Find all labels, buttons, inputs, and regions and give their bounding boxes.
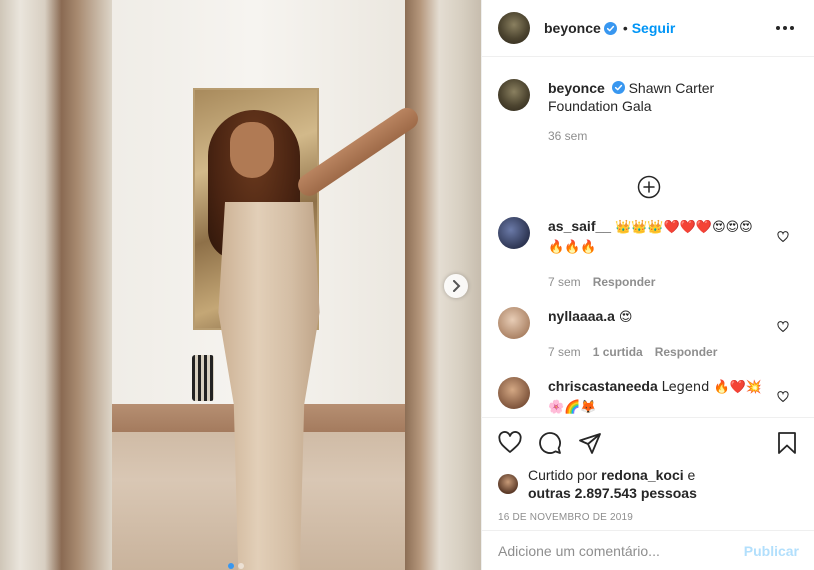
comment-avatar[interactable] — [498, 307, 530, 339]
photo-subject-dress — [218, 202, 320, 570]
post-header: beyonce • Seguir — [482, 0, 814, 57]
carousel-indicator — [228, 563, 244, 569]
next-arrow-icon — [453, 280, 461, 292]
more-options-button[interactable] — [772, 22, 798, 34]
save-icon[interactable] — [775, 431, 799, 455]
more-dot — [790, 26, 794, 30]
author-avatar[interactable] — [498, 12, 530, 44]
comment-item: chriscastaneeda Legend 🔥❤️💥🌸🌈🦊 — [498, 377, 799, 417]
caption-username[interactable]: beyonce — [548, 80, 605, 96]
verified-badge-icon — [603, 21, 617, 35]
comment-avatar[interactable] — [498, 377, 530, 409]
comment-item: as_saif__ 👑👑👑❤️❤️❤️😍😍😍🔥🔥🔥 7 sem Responde… — [498, 217, 799, 291]
author-username[interactable]: beyonce — [544, 20, 601, 36]
comment-time[interactable]: 7 sem — [548, 273, 581, 291]
reply-button[interactable]: Responder — [655, 343, 718, 361]
share-icon[interactable] — [578, 431, 602, 455]
post-sidebar: beyonce • Seguir beyonce Shawn Carter Fo… — [481, 0, 814, 570]
photo-pillar-left — [0, 0, 112, 570]
likes-prefix: Curtido por — [528, 467, 598, 483]
comment-item: nyllaaaa.a 😍 7 sem 1 curtida Responder — [498, 307, 799, 361]
publish-button[interactable]: Publicar — [744, 543, 799, 559]
carousel-dot-1 — [228, 563, 234, 569]
comment-icon[interactable] — [538, 431, 562, 455]
more-options-icon — [776, 26, 780, 30]
comment-like-icon[interactable] — [777, 231, 789, 243]
caption-avatar[interactable] — [498, 79, 530, 111]
comments-list[interactable]: beyonce Shawn Carter Foundation Gala 36 … — [482, 57, 814, 417]
comment-likes-count[interactable]: 1 curtida — [593, 343, 643, 361]
photo-subject-face — [230, 122, 274, 178]
photo-subject-clutch — [192, 355, 214, 401]
liker-avatar[interactable] — [498, 474, 518, 494]
heart-icon[interactable] — [498, 431, 522, 455]
add-comment-bar: Publicar — [482, 530, 814, 570]
post-date[interactable]: 16 DE NOVEMBRO DE 2019 — [498, 512, 799, 523]
post-caption: beyonce Shawn Carter Foundation Gala 36 … — [498, 79, 799, 145]
likes-others-count[interactable]: outras 2.897.543 pessoas — [528, 485, 697, 501]
liker-username[interactable]: redona_koci — [601, 467, 683, 483]
photo-subject — [190, 103, 440, 570]
likes-summary: Curtido por redona_koci e outras 2.897.5… — [498, 466, 799, 502]
photo-subject-arm — [293, 103, 423, 201]
comment-username[interactable]: chriscastaneeda — [548, 378, 658, 394]
post-actions: Curtido por redona_koci e outras 2.897.5… — [482, 417, 814, 523]
post-photo[interactable] — [0, 0, 481, 570]
comment-avatar[interactable] — [498, 217, 530, 249]
caption-time[interactable]: 36 sem — [548, 127, 788, 145]
follow-button[interactable]: Seguir — [632, 20, 676, 36]
comment-input[interactable] — [498, 542, 744, 559]
comment-like-icon[interactable] — [777, 391, 789, 403]
load-more-comments-icon[interactable] — [637, 175, 661, 199]
comment-time[interactable]: 7 sem — [548, 343, 581, 361]
carousel-next-button[interactable] — [444, 274, 468, 298]
comment-username[interactable]: as_saif__ — [548, 218, 611, 234]
follow-separator: • — [622, 20, 628, 36]
comment-username[interactable]: nyllaaaa.a — [548, 308, 615, 324]
comment-like-icon[interactable] — [777, 321, 789, 333]
verified-badge-icon — [611, 81, 625, 94]
carousel-dot-2 — [238, 563, 244, 569]
comment-text: 😍 — [618, 310, 633, 325]
reply-button[interactable]: Responder — [593, 273, 656, 291]
likes-conj: e — [687, 467, 696, 483]
more-dot — [783, 26, 787, 30]
